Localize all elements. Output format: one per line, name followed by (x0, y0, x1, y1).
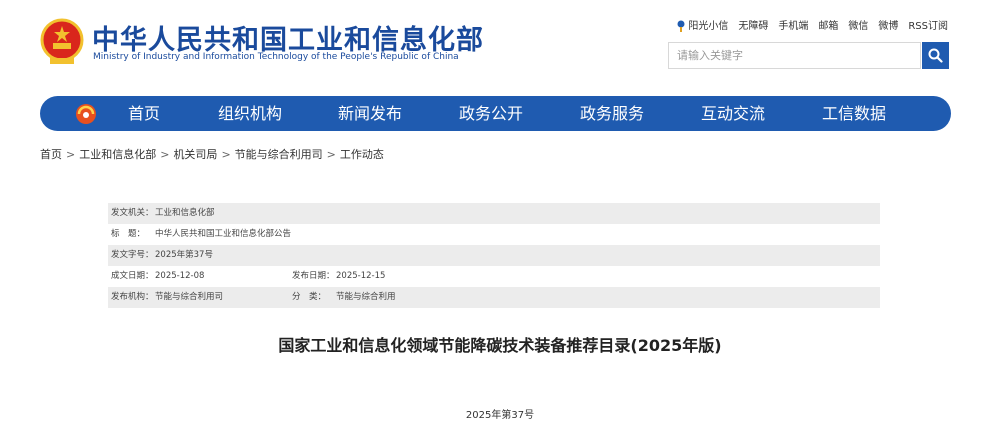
meta-title-value: 中华人民共和国工业和信息化部公告 (155, 229, 292, 239)
document-metadata: 发文机关： 工业和信息化部 标 题： 中华人民共和国工业和信息化部公告 发文字号… (108, 203, 880, 308)
breadcrumb: 首页 > 工业和信息化部 > 机关司局 > 节能与综合利用司 > 工作动态 (40, 146, 384, 162)
meta-published-value: 2025-12-15 (336, 271, 386, 281)
meta-issuer-value: 工业和信息化部 (155, 208, 215, 218)
meta-category-label: 分 类： (292, 292, 327, 302)
meta-doc-no-value: 2025年第37号 (155, 250, 213, 260)
breadcrumb-work-news[interactable]: 工作动态 (340, 148, 384, 161)
meta-row-doc-no: 发文字号： 2025年第37号 (108, 245, 880, 266)
breadcrumb-separator: > (221, 148, 231, 161)
top-link-accessibility[interactable]: 无障碍 (738, 17, 768, 32)
national-emblem-icon (40, 18, 84, 64)
ministry-logo-icon (76, 104, 96, 124)
meta-category-value: 节能与综合利用 (336, 292, 396, 302)
top-links: 阳光小信 无障碍 手机端 邮箱 微信 微博 RSS订阅 (677, 17, 948, 32)
search-box (668, 42, 921, 69)
meta-published-label: 发布日期： (292, 271, 335, 281)
breadcrumb-separator: > (160, 148, 170, 161)
top-link-label: 阳光小信 (688, 21, 729, 32)
meta-created-label: 成文日期： (111, 271, 154, 281)
nav-news[interactable]: 新闻发布 (338, 96, 402, 131)
meta-title-label: 标 题： (111, 229, 146, 239)
breadcrumb-departments[interactable]: 机关司局 (173, 148, 217, 161)
meta-agency-value: 节能与综合利用司 (155, 292, 224, 302)
meta-doc-no-label: 发文字号： (111, 250, 154, 260)
nav-gov-affairs[interactable]: 政务公开 (459, 96, 523, 131)
top-link-mobile[interactable]: 手机端 (778, 17, 808, 32)
meta-agency-label: 发布机构： (111, 292, 154, 302)
nav-home[interactable]: 首页 (128, 96, 160, 131)
top-link-rss[interactable]: RSS订阅 (908, 17, 948, 32)
nav-data[interactable]: 工信数据 (822, 96, 886, 131)
breadcrumb-miit[interactable]: 工业和信息化部 (79, 148, 156, 161)
meta-row-title: 标 题： 中华人民共和国工业和信息化部公告 (108, 224, 880, 245)
main-nav: 首页 组织机构 新闻发布 政务公开 政务服务 互动交流 工信数据 (40, 96, 951, 131)
document-number: 2025年第37号 (465, 410, 535, 421)
search-icon (928, 48, 943, 63)
site-header: 中华人民共和国工业和信息化部 Ministry of Industry and … (0, 0, 1000, 95)
top-link-sunshine[interactable]: 阳光小信 (677, 17, 728, 32)
sunshine-icon (677, 20, 685, 32)
meta-row-issuer: 发文机关： 工业和信息化部 (108, 203, 880, 224)
search-button[interactable] (922, 42, 949, 69)
top-link-mail[interactable]: 邮箱 (818, 17, 838, 32)
nav-organization[interactable]: 组织机构 (218, 96, 282, 131)
breadcrumb-separator: > (326, 148, 336, 161)
nav-interaction[interactable]: 互动交流 (701, 96, 765, 131)
top-link-weibo[interactable]: 微博 (878, 17, 898, 32)
meta-row-dates: 成文日期： 2025-12-08 发布日期： 2025-12-15 (108, 266, 880, 287)
document-heading: 国家工业和信息化领域节能降碳技术装备推荐目录(2025年版) (278, 336, 722, 355)
breadcrumb-separator: > (66, 148, 76, 161)
breadcrumb-energy-dept[interactable]: 节能与综合利用司 (235, 148, 323, 161)
breadcrumb-home[interactable]: 首页 (40, 148, 62, 161)
meta-issuer-label: 发文机关： (111, 208, 154, 218)
site-subtitle: Ministry of Industry and Information Tec… (93, 52, 459, 62)
meta-created-value: 2025-12-08 (155, 271, 205, 281)
nav-gov-services[interactable]: 政务服务 (580, 96, 644, 131)
search-input[interactable] (669, 43, 917, 68)
meta-row-agency: 发布机构： 节能与综合利用司 分 类： 节能与综合利用 (108, 287, 880, 308)
top-link-wechat[interactable]: 微信 (848, 17, 868, 32)
